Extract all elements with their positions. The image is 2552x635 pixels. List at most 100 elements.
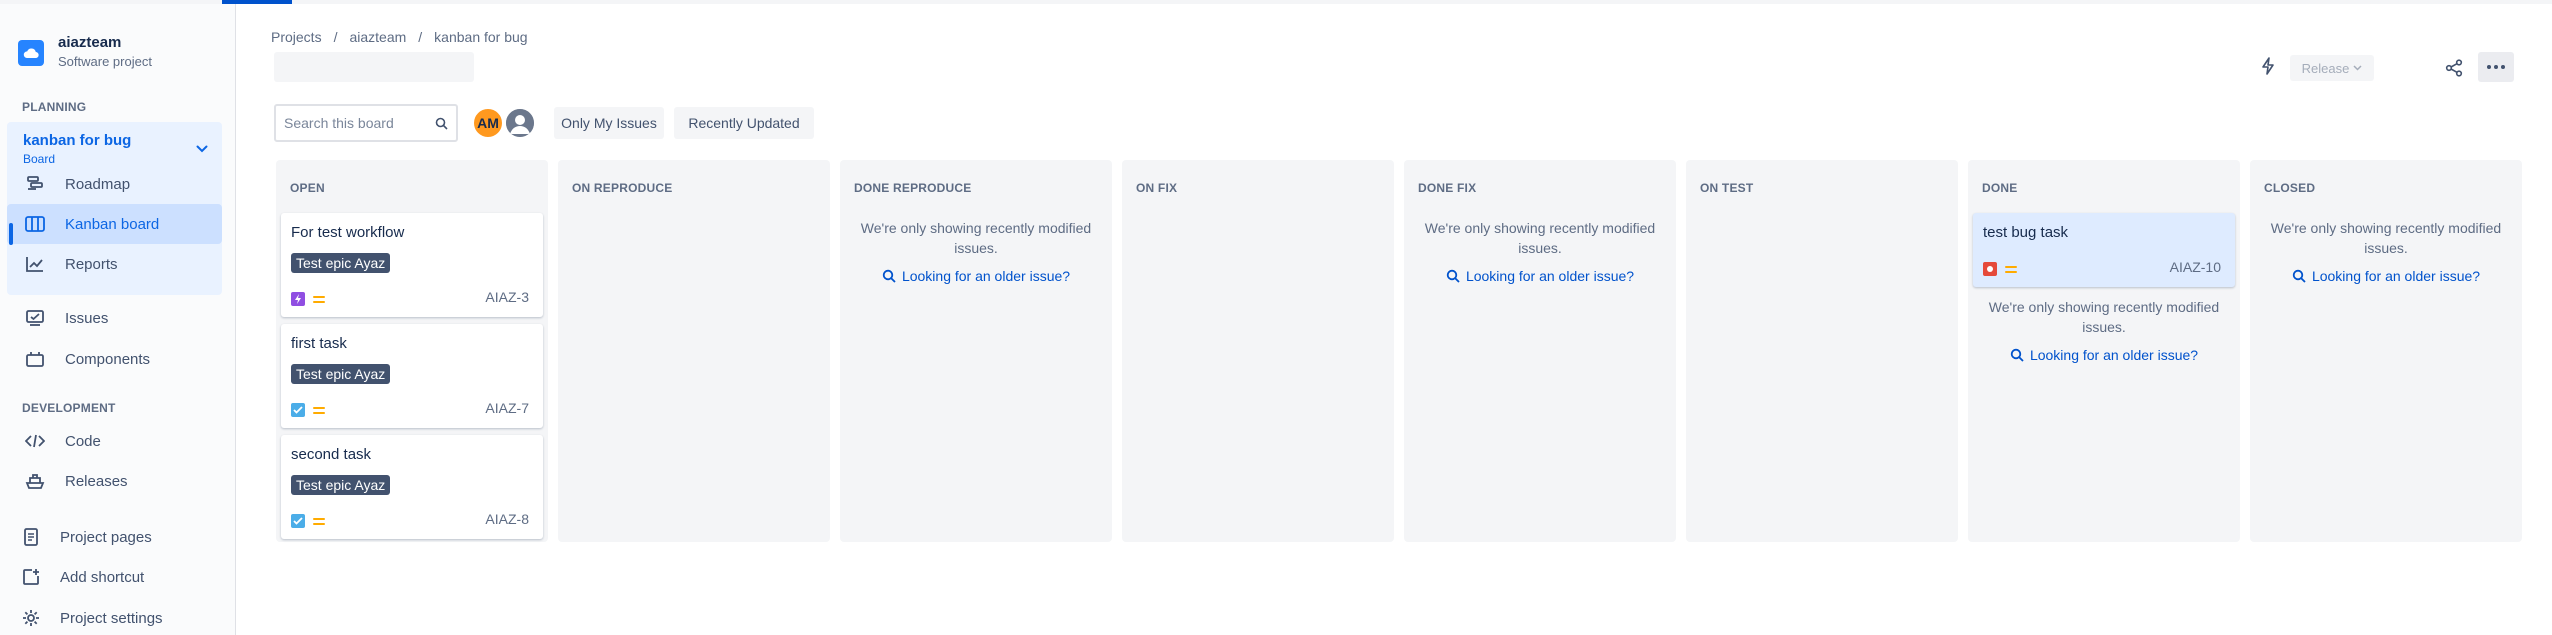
cloud-icon (18, 40, 44, 66)
priority-medium-icon (313, 517, 325, 525)
chevron-down-icon[interactable] (196, 140, 208, 158)
chevron-down-icon (2353, 65, 2362, 71)
release-button[interactable]: Release (2290, 55, 2374, 81)
sidebar-item-project-pages[interactable]: Project pages (7, 517, 222, 557)
sidebar-item-label: Components (65, 350, 151, 368)
sidebar-item-label: Code (65, 432, 101, 450)
search-icon (2292, 269, 2306, 283)
sidebar-item-components[interactable]: Components (7, 339, 222, 379)
column-on-reproduce: ON REPRODUCE (558, 160, 830, 542)
avatar-unassigned[interactable] (504, 107, 536, 139)
gear-icon (20, 607, 42, 629)
share-icon[interactable] (2440, 54, 2468, 82)
project-sidebar: aiazteam Software project PLANNING kanba… (0, 4, 236, 635)
older-issue-link[interactable]: Looking for an older issue? (1978, 347, 2230, 363)
chart-line-icon (24, 253, 46, 275)
roadmap-icon (24, 173, 46, 195)
board-icon (24, 213, 46, 235)
sidebar-item-label: Project settings (60, 609, 163, 627)
release-label: Release (2301, 60, 2350, 76)
more-actions-button[interactable] (2478, 52, 2514, 82)
project-name: aiazteam (58, 34, 122, 51)
project-header[interactable]: aiazteam Software project (18, 34, 152, 69)
sidebar-item-code[interactable]: Code (7, 421, 222, 461)
column-closed: CLOSED We're only showing recently modif… (2250, 160, 2522, 542)
column-title: DONE FIX (1418, 181, 1477, 195)
issue-key[interactable]: AIAZ-8 (485, 511, 529, 527)
sidebar-item-add-shortcut[interactable]: Add shortcut (7, 557, 222, 597)
ellipsis-icon (2487, 65, 2505, 69)
avatar-am[interactable]: AM (472, 107, 504, 139)
recent-issues-notice: We're only showing recently modified iss… (1988, 299, 2220, 335)
column-title: ON REPRODUCE (572, 181, 673, 195)
older-issue-label: Looking for an older issue? (2029, 347, 2199, 363)
older-issue-link[interactable]: Looking for an older issue? (1414, 268, 1666, 284)
issue-card[interactable]: second task Test epic Ayaz AIAZ-8 (281, 435, 543, 539)
column-title: DONE REPRODUCE (854, 181, 972, 195)
search-icon (1446, 269, 1460, 283)
sidebar-item-label: Roadmap (65, 175, 131, 193)
issue-card[interactable]: test bug task AIAZ-10 (1973, 213, 2235, 287)
breadcrumb-projects[interactable]: Projects (271, 29, 322, 45)
add-shortcut-icon (20, 566, 42, 588)
search-icon (435, 117, 448, 130)
recent-issues-notice: We're only showing recently modified iss… (2270, 220, 2502, 256)
older-issue-label: Looking for an older issue? (2311, 268, 2481, 284)
issue-card[interactable]: For test workflow Test epic Ayaz AIAZ-3 (281, 213, 543, 317)
priority-medium-icon (2005, 265, 2017, 273)
active-indicator (9, 223, 13, 245)
ship-icon (24, 470, 46, 492)
search-icon (2010, 348, 2024, 362)
page-title-placeholder (274, 52, 474, 82)
sidebar-item-reports[interactable]: Reports (7, 244, 222, 284)
older-issue-label: Looking for an older issue? (901, 268, 1071, 284)
sidebar-item-label: Releases (65, 472, 128, 490)
column-done-reproduce: DONE REPRODUCE We're only showing recent… (840, 160, 1112, 542)
older-issue-label: Looking for an older issue? (1465, 268, 1635, 284)
issue-key[interactable]: AIAZ-7 (485, 400, 529, 416)
search-input[interactable]: Search this board (274, 104, 458, 142)
epic-label[interactable]: Test epic Ayaz (291, 364, 391, 384)
column-title: OPEN (290, 181, 325, 195)
sidebar-item-issues[interactable]: Issues (7, 298, 222, 338)
issue-key[interactable]: AIAZ-3 (485, 289, 529, 305)
sidebar-item-releases[interactable]: Releases (7, 461, 222, 501)
sidebar-item-label: Reports (65, 255, 118, 273)
column-done: DONE test bug task AIAZ-10 We're only sh… (1968, 160, 2240, 542)
sidebar-item-label: Issues (65, 309, 109, 327)
sidebar-item-kanban-board[interactable]: Kanban board (7, 204, 222, 244)
only-my-issues-button[interactable]: Only My Issues (554, 107, 664, 139)
breadcrumb-separator: / (333, 29, 338, 45)
priority-medium-icon (313, 295, 325, 303)
board-actions: Release (2260, 55, 2374, 81)
epic-label[interactable]: Test epic Ayaz (291, 253, 391, 273)
issue-card[interactable]: first task Test epic Ayaz AIAZ-7 (281, 324, 543, 428)
card-title: For test workflow (291, 224, 405, 241)
lightning-icon[interactable] (2260, 56, 2276, 80)
breadcrumb-project[interactable]: aiazteam (349, 29, 406, 45)
sidebar-item-roadmap[interactable]: Roadmap (7, 164, 222, 204)
issues-icon (24, 307, 46, 329)
breadcrumb: Projects / aiazteam / kanban for bug (271, 29, 528, 45)
search-icon (882, 269, 896, 283)
board-switcher[interactable]: kanban for bug Board (23, 132, 131, 166)
user-icon (506, 109, 534, 137)
recent-issues-notice: We're only showing recently modified iss… (1424, 220, 1656, 256)
column-title: ON TEST (1700, 181, 1754, 195)
recently-updated-button[interactable]: Recently Updated (674, 107, 814, 139)
column-open: OPEN For test workflow Test epic Ayaz AI… (276, 160, 548, 542)
sidebar-item-project-settings[interactable]: Project settings (7, 598, 222, 635)
card-title: second task (291, 446, 372, 463)
issue-key[interactable]: AIAZ-10 (2170, 259, 2221, 275)
page-icon (20, 526, 42, 548)
epic-label[interactable]: Test epic Ayaz (291, 475, 391, 495)
column-title: DONE (1982, 181, 2018, 195)
task-icon (291, 514, 305, 528)
card-title: test bug task (1983, 224, 2069, 241)
older-issue-link[interactable]: Looking for an older issue? (850, 268, 1102, 284)
card-title: first task (291, 335, 347, 352)
development-section-title: DEVELOPMENT (22, 401, 116, 415)
components-icon (24, 348, 46, 370)
breadcrumb-board[interactable]: kanban for bug (434, 29, 527, 45)
older-issue-link[interactable]: Looking for an older issue? (2260, 268, 2512, 284)
